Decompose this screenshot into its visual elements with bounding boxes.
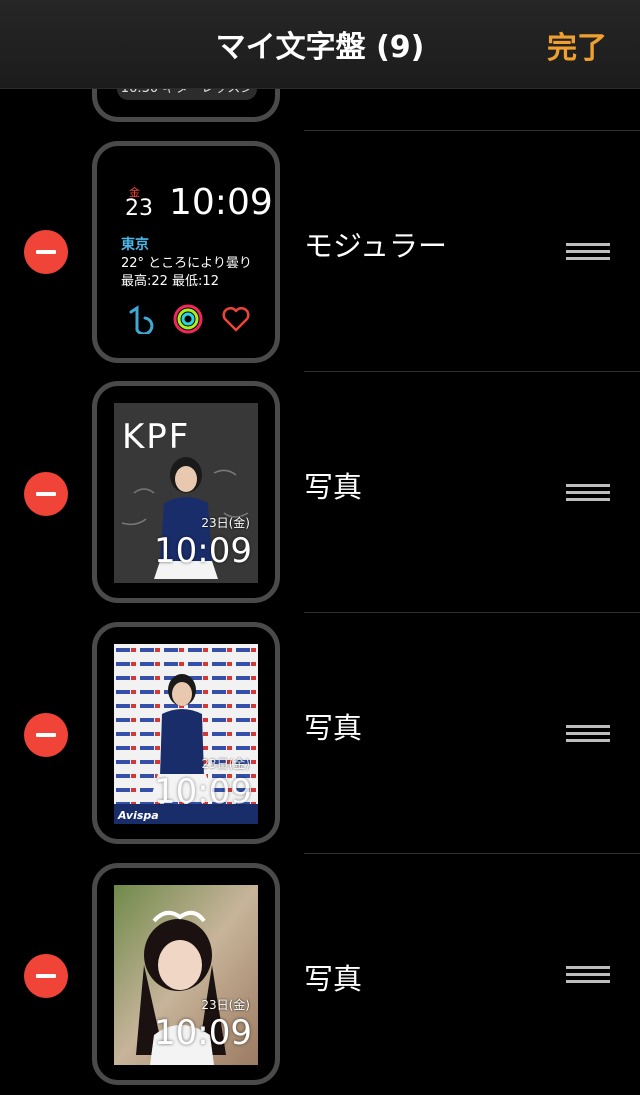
backdrop-logo: KPF [122, 417, 191, 457]
activity-rings-icon [173, 304, 203, 334]
delete-button[interactable] [24, 713, 68, 757]
minus-icon [36, 492, 56, 496]
face-name: モジュラー [304, 229, 447, 263]
face-name: 写真 [304, 962, 363, 996]
watch-face-preview[interactable]: Avispa 23日(金) 10:09 [92, 622, 280, 844]
delete-button[interactable] [24, 472, 68, 516]
date: 23日(金) [201, 516, 250, 530]
stopwatch-icon [129, 305, 154, 334]
face-name: 写真 [304, 711, 363, 745]
watch-face-preview[interactable]: 金 23 10:09 東京 22° ところにより曇り 最高:22 最低:12 [92, 141, 280, 363]
list-item: Avispa 23日(金) 10:09 写真 [0, 613, 640, 853]
watch-face-preview[interactable]: 23日(金) 10:09 [92, 863, 280, 1085]
heart-icon [222, 306, 250, 332]
time: 10:09 [169, 182, 273, 223]
weather-city: 東京 [121, 237, 149, 253]
time: 10:09 [154, 1013, 252, 1053]
list-item: 金 23 10:09 東京 22° ところにより曇り 最高:22 最低:12 モ… [0, 131, 640, 371]
date: 23日(金) [201, 757, 250, 771]
weather-conditions: 22° ところにより曇り [121, 256, 252, 271]
backdrop-logo: Avispa [118, 809, 159, 822]
face-photo: 23日(金) 10:09 [114, 885, 258, 1065]
minus-icon [36, 974, 56, 978]
delete-button[interactable] [24, 954, 68, 998]
reorder-handle-icon[interactable] [566, 484, 610, 501]
date: 23 [125, 196, 153, 221]
face-photo: KPF 23日(金) 10:09 [114, 403, 258, 583]
watch-face-preview[interactable]: KPF 23日(金) 10:09 [92, 381, 280, 603]
list-item: 23日(金) 10:09 写真 [0, 854, 640, 1095]
done-button[interactable]: 完了 [547, 23, 607, 67]
delete-button[interactable] [24, 230, 68, 274]
time: 10:09 [154, 772, 252, 812]
face-name: 写真 [304, 470, 363, 504]
reorder-handle-icon[interactable] [566, 725, 610, 742]
list-item: KPF 23日(金) 10:09 写真 [0, 372, 640, 612]
time: 10:09 [154, 531, 252, 571]
minus-icon [36, 250, 56, 254]
reorder-handle-icon[interactable] [566, 243, 610, 260]
weather-high-low: 最高:22 最低:12 [121, 274, 219, 289]
date: 23日(金) [201, 998, 250, 1012]
face-photo: Avispa 23日(金) 10:09 [114, 644, 258, 824]
reorder-handle-icon[interactable] [566, 966, 610, 983]
minus-icon [36, 733, 56, 737]
nav-bar: マイ文字盤 (9) 完了 [0, 0, 640, 89]
page-title: マイ文字盤 (9) [215, 30, 425, 65]
